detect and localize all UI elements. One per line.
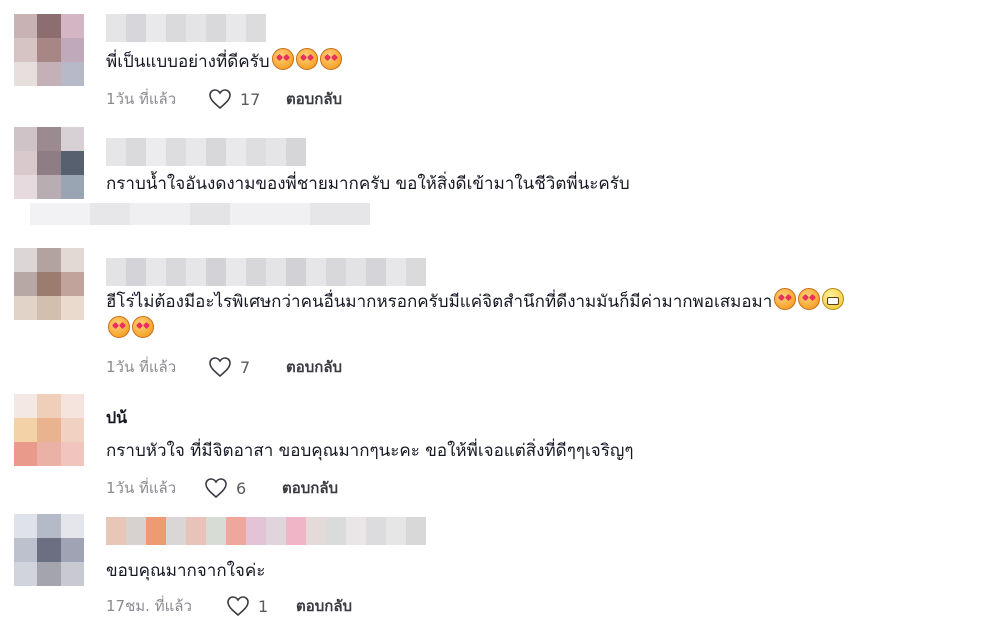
- like-count: 17: [240, 89, 261, 109]
- comment-meta: 1วัน ที่แล้ว 17 ตอบกลับ: [106, 87, 342, 111]
- comment-text: กราบหัวใจ ที่มีจิตอาสา ขอบคุณมากๆนะคะ ขอ…: [106, 437, 634, 465]
- reply-button[interactable]: ตอบกลับ: [282, 476, 338, 500]
- avatar[interactable]: [14, 394, 84, 466]
- like-count: 6: [236, 478, 247, 498]
- comment-meta: 1วัน ที่แล้ว 6 ตอบกลับ: [106, 476, 338, 500]
- comment-text: กราบน้ำใจอันงดงามของพี่ชายมากครับ ขอให้ส…: [106, 170, 630, 198]
- heart-icon: [227, 596, 249, 617]
- like-button[interactable]: 1: [226, 595, 296, 617]
- reply-button[interactable]: ตอบกลับ: [286, 355, 342, 379]
- comment-text: ฮีโร่ไม่ต้องมีอะไรพิเศษกว่าคนอื่นมากหรอก…: [106, 288, 845, 316]
- like-count: 7: [240, 357, 251, 377]
- author-name[interactable]: ปน้: [106, 404, 127, 432]
- timestamp: 17ชม. ที่แล้ว: [106, 597, 192, 615]
- author-name-blurred[interactable]: [106, 258, 426, 286]
- reply-button[interactable]: ตอบกลับ: [296, 594, 352, 618]
- comment-body: กราบน้ำใจอันงดงามของพี่ชายมากครับ ขอให้ส…: [106, 174, 630, 194]
- comment-body: ฮีโร่ไม่ต้องมีอะไรพิเศษกว่าคนอื่นมากหรอก…: [106, 292, 773, 312]
- avatar[interactable]: [14, 14, 84, 86]
- heart-icon: [209, 357, 231, 378]
- comment-meta: 17ชม. ที่แล้ว 1 ตอบกลับ: [106, 594, 352, 618]
- smiling-face-with-hearts-icon: [271, 48, 294, 70]
- comment-body: กราบหัวใจ ที่มีจิตอาสา ขอบคุณมากๆนะคะ ขอ…: [106, 441, 634, 461]
- reply-button[interactable]: ตอบกลับ: [286, 87, 342, 111]
- like-button[interactable]: 6: [204, 477, 282, 499]
- author-name-text: ปน้: [106, 408, 128, 427]
- author-name-blurred[interactable]: [106, 14, 276, 42]
- comment-body: พี่เป็นแบบอย่างที่ดีครับ: [106, 52, 270, 72]
- comment-meta: 1วัน ที่แล้ว 7 ตอบกลับ: [106, 355, 342, 379]
- heart-icon: [209, 89, 231, 110]
- grinning-face-icon: [822, 288, 845, 310]
- timestamp: 1วัน ที่แล้ว: [106, 358, 177, 376]
- smiling-face-with-hearts-icon: [295, 48, 318, 70]
- blurred-overlay: [30, 203, 370, 225]
- author-name-blurred[interactable]: [106, 138, 306, 166]
- avatar[interactable]: [14, 514, 84, 586]
- smiling-face-with-hearts-icon: [108, 316, 130, 338]
- avatar[interactable]: [14, 248, 84, 320]
- like-button[interactable]: 17: [208, 88, 286, 110]
- comment-body: ขอบคุณมากจากใจค่ะ: [106, 561, 266, 581]
- smiling-face-with-hearts-icon: [774, 288, 797, 310]
- comment-text-continued: [106, 316, 154, 344]
- comment-text: ขอบคุณมากจากใจค่ะ: [106, 557, 265, 585]
- like-button[interactable]: 7: [208, 356, 286, 378]
- comment-text: พี่เป็นแบบอย่างที่ดีครับ: [106, 48, 342, 76]
- like-count: 1: [258, 596, 269, 616]
- author-name-blurred[interactable]: [106, 517, 426, 545]
- timestamp: 1วัน ที่แล้ว: [106, 479, 177, 497]
- smiling-face-with-hearts-icon: [132, 316, 154, 338]
- avatar[interactable]: [14, 127, 84, 199]
- smiling-face-with-hearts-icon: [798, 288, 821, 310]
- smiling-face-with-hearts-icon: [319, 48, 342, 70]
- heart-icon: [205, 478, 227, 499]
- timestamp: 1วัน ที่แล้ว: [106, 90, 177, 108]
